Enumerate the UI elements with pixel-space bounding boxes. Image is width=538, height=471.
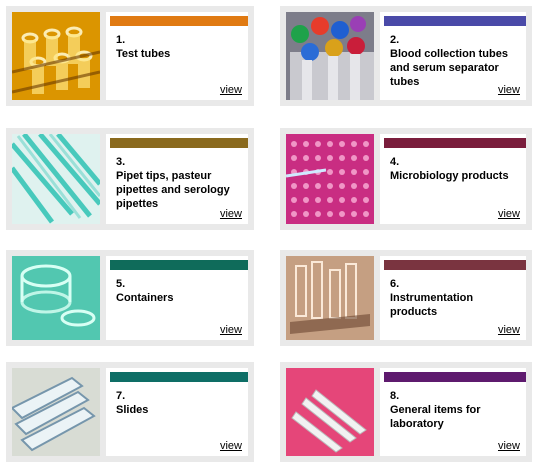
microbiology-plate-photo bbox=[286, 134, 374, 224]
test-tubes-photo bbox=[12, 12, 100, 100]
card-number: 8. bbox=[390, 390, 400, 402]
product-card-lab-items: 8. General items for laboratory view bbox=[280, 362, 532, 462]
card-number: 2. bbox=[390, 34, 400, 46]
card-title: Slides bbox=[116, 404, 149, 416]
view-link[interactable]: view bbox=[498, 84, 520, 96]
category-color-bar bbox=[110, 16, 248, 26]
view-link[interactable]: view bbox=[220, 84, 242, 96]
view-link[interactable]: view bbox=[498, 324, 520, 336]
card-title: Instrumentation products bbox=[390, 292, 474, 318]
view-link[interactable]: view bbox=[498, 208, 520, 220]
card-title: Blood collection tubes and serum separat… bbox=[390, 48, 508, 88]
product-card-containers: 5. Containers view bbox=[6, 250, 254, 346]
category-color-bar bbox=[110, 260, 248, 270]
product-card-test-tubes: 1. Test tubes view bbox=[6, 6, 254, 106]
pipet-tips-photo bbox=[12, 134, 100, 224]
card-number: 3. bbox=[116, 156, 126, 168]
view-link[interactable]: view bbox=[220, 440, 242, 452]
category-color-bar bbox=[110, 138, 248, 148]
lab-items-photo bbox=[286, 368, 374, 456]
category-color-bar bbox=[384, 260, 526, 270]
card-title: Pipet tips, pasteur pipettes and serolog… bbox=[116, 170, 230, 210]
containers-photo bbox=[12, 256, 100, 340]
card-number: 5. bbox=[116, 278, 126, 290]
card-number: 6. bbox=[390, 278, 400, 290]
instrumentation-photo bbox=[286, 256, 374, 340]
category-color-bar bbox=[384, 138, 526, 148]
blood-collection-tubes-photo bbox=[286, 12, 374, 100]
slides-photo bbox=[12, 368, 100, 456]
card-number: 4. bbox=[390, 156, 400, 168]
product-card-pipet-tips: 3. Pipet tips, pasteur pipettes and sero… bbox=[6, 128, 254, 230]
category-color-bar bbox=[384, 16, 526, 26]
category-color-bar bbox=[384, 372, 526, 382]
category-color-bar bbox=[110, 372, 248, 382]
product-card-instrumentation: 6. Instrumentation products view bbox=[280, 250, 532, 346]
view-link[interactable]: view bbox=[220, 208, 242, 220]
product-card-microbiology: 4. Microbiology products view bbox=[280, 128, 532, 230]
product-card-slides: 7. Slides view bbox=[6, 362, 254, 462]
card-title: Test tubes bbox=[116, 48, 171, 60]
view-link[interactable]: view bbox=[498, 440, 520, 452]
card-title: Containers bbox=[116, 292, 174, 304]
card-number: 7. bbox=[116, 390, 126, 402]
card-title: General items for laboratory bbox=[390, 404, 481, 430]
card-title: Microbiology products bbox=[390, 170, 509, 182]
card-number: 1. bbox=[116, 34, 126, 46]
view-link[interactable]: view bbox=[220, 324, 242, 336]
product-card-blood-collection-tubes: 2. Blood collection tubes and serum sepa… bbox=[280, 6, 532, 106]
